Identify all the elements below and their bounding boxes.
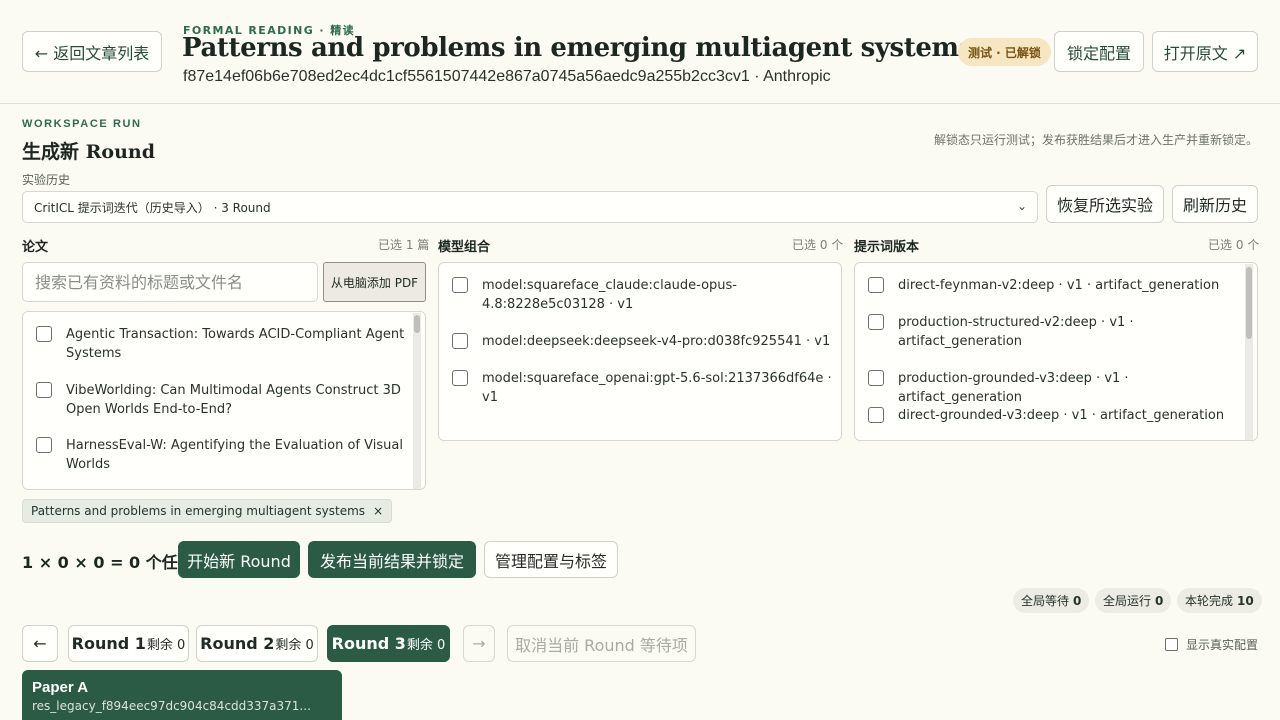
show-real-config-toggle[interactable]: 显示真实配置: [1164, 636, 1258, 653]
prompt-list: direct-feynman-v2:deep · v1 · artifact_g…: [854, 262, 1258, 441]
model-line: model:squareface_claude:claude-opus-: [482, 278, 737, 293]
list-item[interactable]: HarnessEval-W: Agentifying the Evaluatio…: [36, 436, 406, 474]
papers-heading: 论文: [22, 240, 49, 255]
checkbox[interactable]: [868, 314, 884, 330]
scroll-thumb[interactable]: [1246, 267, 1252, 339]
stat-global-waiting: 全局等待 0: [1013, 588, 1090, 613]
previous-round-button[interactable]: ←: [22, 625, 58, 662]
scrollbar[interactable]: [1245, 264, 1253, 440]
paper-card-title: Paper A: [32, 679, 89, 696]
scrollbar[interactable]: [413, 313, 421, 489]
selected-paper-chip: Patterns and problems in emerging multia…: [22, 499, 393, 523]
paper-title-line: Systems: [66, 346, 122, 361]
prompt-line: production-structured-v2:deep · v1 ·: [898, 315, 1134, 330]
list-item[interactable]: production-structured-v2:deep · v1 · arti…: [868, 313, 1238, 351]
paper-title-line: VibeWorlding: Can Multimodal Agents Cons…: [66, 383, 401, 398]
next-round-button[interactable]: →: [463, 625, 495, 662]
checkbox[interactable]: [36, 437, 52, 453]
prompt-line: production-grounded-v3:deep · v1 · artif…: [898, 371, 1129, 405]
stat-round-done: 本轮完成 10: [1177, 588, 1262, 613]
tab-round-1[interactable]: Round 1 剩余 0: [68, 625, 189, 662]
list-item[interactable]: Agentic Transaction: Towards ACID-Compli…: [36, 325, 406, 363]
show-real-label: 显示真实配置: [1185, 638, 1258, 652]
list-item[interactable]: production-grounded-v3:deep · v1 · artif…: [868, 369, 1248, 407]
list-item[interactable]: direct-feynman-v2:deep · v1 · artifact_g…: [868, 276, 1238, 295]
close-icon[interactable]: ×: [373, 504, 383, 518]
model-line: 4.8:8228e5c03128 · v1: [482, 297, 634, 312]
history-label: 实验历史: [22, 173, 71, 187]
list-item[interactable]: model:deepseek:deepseek-v4-pro:d038fc925…: [452, 332, 832, 351]
paper-search-input[interactable]: [22, 262, 318, 302]
history-select-value: CritICL 提示词迭代（历史导入） · 3 Round: [34, 200, 271, 215]
checkbox[interactable]: [36, 326, 52, 342]
checkbox[interactable]: [452, 333, 468, 349]
checkbox[interactable]: [868, 370, 884, 386]
models-heading: 模型组合: [438, 240, 491, 255]
list-item[interactable]: direct-grounded-v3:deep · v1 · artifact_…: [868, 406, 1238, 425]
lock-config-button[interactable]: 锁定配置: [1054, 31, 1144, 72]
open-original-button[interactable]: 打开原文 ↗: [1152, 31, 1258, 72]
prompts-heading: 提示词版本: [854, 240, 920, 255]
prompts-count: 已选 0 个: [1208, 238, 1260, 252]
paper-title-line: Agentic Transaction: Towards ACID-Compli…: [66, 327, 405, 342]
paper-card-id: res_legacy_f894eec97dc904c84cdd337a371..…: [32, 699, 311, 713]
list-item[interactable]: model:squareface_openai:gpt-5.6-sol:2137…: [452, 369, 832, 407]
prompt-line: artifact_generation: [898, 334, 1023, 349]
models-count: 已选 0 个: [792, 238, 844, 252]
refresh-history-button[interactable]: 刷新历史: [1172, 185, 1258, 223]
workspace-note: 解锁态只运行测试；发布获胜结果后才进入生产并重新锁定。: [933, 133, 1258, 147]
checkbox[interactable]: [36, 382, 52, 398]
page-title: Patterns and problems in emerging multia…: [182, 33, 973, 63]
back-to-list-button[interactable]: ← 返回文章列表: [22, 31, 162, 72]
chip-label: Patterns and problems in emerging multia…: [31, 504, 366, 518]
checkbox[interactable]: [868, 407, 884, 423]
tab-round-2[interactable]: Round 2 剩余 0: [196, 625, 318, 662]
status-badge: 测试 · 已解锁: [958, 38, 1051, 66]
model-line: model:squareface_openai:gpt-5.6-sol:2137…: [482, 371, 832, 405]
paper-card[interactable]: Paper A res_legacy_f894eec97dc904c84cdd3…: [22, 670, 342, 720]
prompt-line: direct-feynman-v2:deep · v1 · artifact_g…: [898, 278, 1220, 293]
checkbox[interactable]: [452, 277, 468, 293]
list-item[interactable]: model:squareface_claude:claude-opus- 4.8:…: [452, 276, 832, 314]
prompt-line: direct-grounded-v3:deep · v1 · artifact_…: [898, 408, 1225, 423]
tab-round-3[interactable]: Round 3 剩余 0: [327, 625, 450, 662]
workspace-eyebrow: WORKSPACE RUN: [22, 118, 142, 130]
restore-experiment-button[interactable]: 恢复所选实验: [1046, 185, 1164, 223]
checkbox[interactable]: [868, 277, 884, 293]
paper-title-line: Worlds: [66, 457, 111, 472]
stat-global-running: 全局运行 0: [1095, 588, 1172, 613]
checkbox[interactable]: [1164, 638, 1178, 651]
scroll-thumb[interactable]: [414, 315, 420, 333]
model-list: model:squareface_claude:claude-opus- 4.8:…: [438, 262, 842, 441]
task-formula: 1 × 0 × 0 = 0 个任务: [22, 553, 194, 572]
paper-title-line: Open Worlds End-to-End?: [66, 402, 232, 417]
cancel-waiting-button[interactable]: 取消当前 Round 等待项: [507, 625, 696, 662]
model-line: model:deepseek:deepseek-v4-pro:d038fc925…: [482, 334, 831, 349]
page-header: ← 返回文章列表 FORMAL READING · 精读 Patterns an…: [0, 0, 1280, 104]
papers-count: 已选 1 篇: [378, 238, 430, 252]
checkbox[interactable]: [452, 370, 468, 386]
workspace-title: 生成新 Round: [22, 141, 155, 163]
start-round-button[interactable]: 开始新 Round: [178, 541, 300, 578]
paper-title-line: HarnessEval-W: Agentifying the Evaluatio…: [66, 438, 403, 453]
page-subtitle: f87e14ef06b6e708ed2ec4dc1cf5561507442e86…: [183, 68, 831, 85]
chevron-down-icon: ⌄: [1016, 199, 1027, 213]
add-pdf-button[interactable]: 从电脑添加 PDF: [323, 262, 426, 302]
paper-list: Agentic Transaction: Towards ACID-Compli…: [22, 311, 426, 490]
list-item[interactable]: VibeWorlding: Can Multimodal Agents Cons…: [36, 381, 406, 419]
manage-config-button[interactable]: 管理配置与标签: [484, 541, 618, 578]
history-select[interactable]: CritICL 提示词迭代（历史导入） · 3 Round ⌄: [22, 191, 1038, 223]
publish-lock-button[interactable]: 发布当前结果并锁定: [308, 541, 476, 578]
